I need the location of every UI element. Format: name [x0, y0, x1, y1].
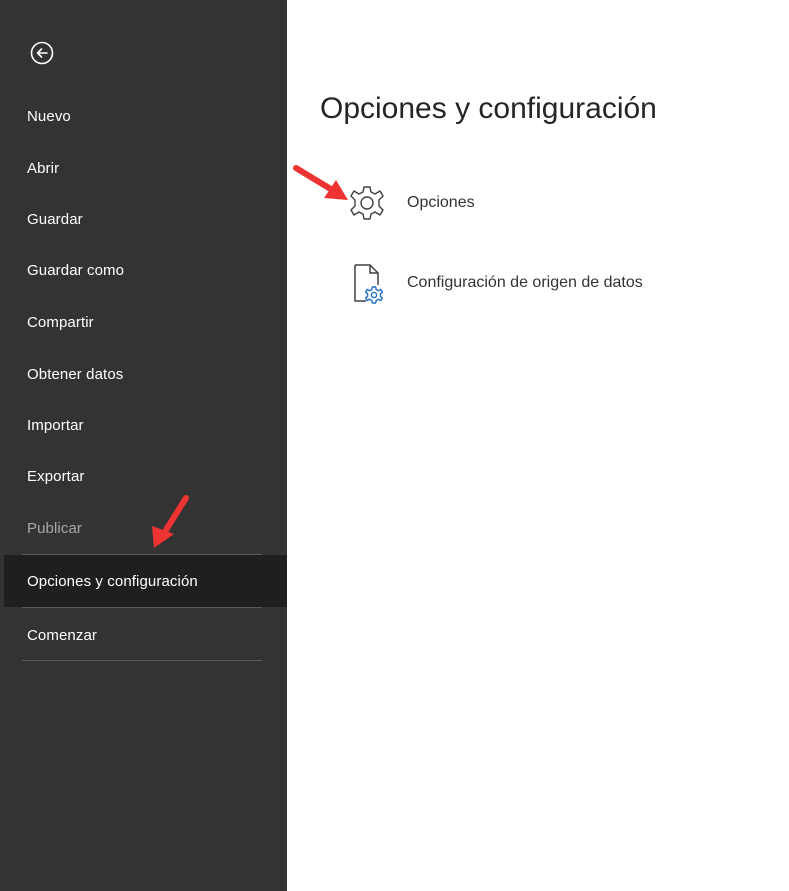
sidebar-item-label: Guardar	[27, 210, 83, 228]
page-title: Opciones y configuración	[320, 92, 657, 125]
data-source-settings-button[interactable]: Configuración de origen de datos	[344, 261, 643, 305]
sidebar-item-guardar-como[interactable]: Guardar como	[0, 253, 287, 287]
back-arrow-circle-icon	[30, 41, 54, 65]
sidebar-item-obtener-datos[interactable]: Obtener datos	[0, 357, 287, 391]
sidebar-item-label: Nuevo	[27, 107, 71, 125]
sidebar-item-label: Exportar	[27, 467, 85, 485]
options-label: Opciones	[407, 194, 475, 211]
back-button[interactable]	[26, 37, 58, 69]
sidebar-item-abrir[interactable]: Abrir	[0, 151, 287, 185]
backstage-sidebar: Nuevo Abrir Guardar Guardar como Compart…	[0, 0, 287, 891]
sidebar-item-label: Opciones y configuración	[27, 572, 198, 590]
red-arrow-icon	[152, 495, 189, 548]
sidebar-item-label: Obtener datos	[27, 365, 124, 383]
sidebar-item-importar[interactable]: Importar	[0, 408, 287, 442]
sidebar-item-label: Importar	[27, 416, 84, 434]
divider	[22, 660, 262, 661]
sidebar-item-label: Comenzar	[27, 626, 97, 644]
data-source-settings-label: Configuración de origen de datos	[407, 274, 643, 291]
sidebar-item-comenzar[interactable]: Comenzar	[0, 618, 287, 652]
sidebar-item-label: Abrir	[27, 159, 60, 177]
sidebar-item-exportar[interactable]: Exportar	[0, 459, 287, 493]
sidebar-item-compartir[interactable]: Compartir	[0, 305, 287, 339]
divider	[22, 607, 262, 608]
sidebar-item-guardar[interactable]: Guardar	[0, 202, 287, 236]
red-arrow-icon	[293, 165, 348, 200]
data-source-settings-icon	[344, 261, 390, 305]
options-button[interactable]: Opciones	[344, 181, 475, 225]
sidebar-item-publicar[interactable]: Publicar	[0, 511, 287, 545]
sidebar-item-label: Guardar como	[27, 261, 125, 279]
sidebar-item-opciones-y-configuracion[interactable]: Opciones y configuración	[4, 555, 287, 607]
sidebar-item-nuevo[interactable]: Nuevo	[0, 99, 287, 133]
sidebar-item-label: Publicar	[27, 519, 82, 537]
sidebar-item-label: Compartir	[27, 313, 94, 331]
